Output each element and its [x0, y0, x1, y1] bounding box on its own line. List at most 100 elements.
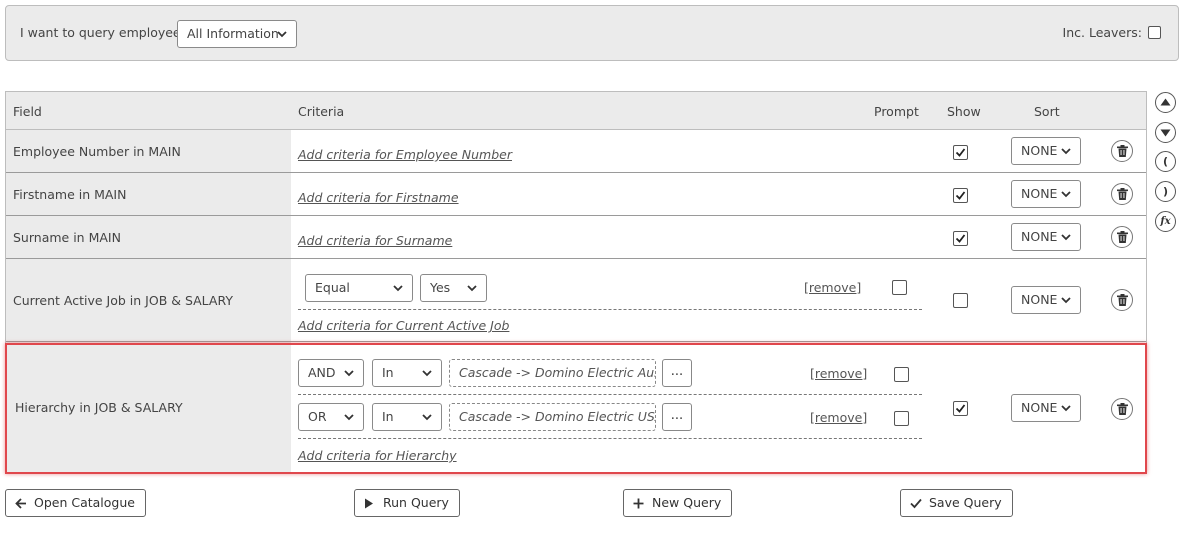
conjunction-select[interactable]: OR	[298, 403, 364, 431]
show-checkbox[interactable]	[953, 145, 968, 160]
move-down-button[interactable]	[1155, 122, 1176, 143]
conjunction-value: OR	[308, 409, 327, 424]
arrow-left-icon	[15, 498, 26, 509]
chevron-down-icon	[467, 285, 477, 292]
chevron-down-icon	[344, 414, 354, 421]
query-row-hierarchy: Hierarchy in JOB & SALARY AND In Cascade…	[6, 342, 1146, 473]
sort-value: NONE	[1021, 400, 1058, 415]
browse-button[interactable]: ...	[662, 403, 692, 431]
trash-icon	[1117, 231, 1128, 243]
checkmark-icon	[955, 404, 966, 413]
checkmark-icon	[955, 191, 966, 200]
delete-row-button[interactable]	[1111, 226, 1133, 248]
chevron-down-icon	[1061, 191, 1071, 198]
show-checkbox[interactable]	[953, 231, 968, 246]
sort-select[interactable]: NONE	[1011, 394, 1081, 422]
chevron-down-icon	[422, 370, 432, 377]
close-paren-button[interactable]: )	[1155, 181, 1176, 202]
chevron-down-icon	[422, 414, 432, 421]
chevron-down-icon	[344, 370, 354, 377]
add-criteria-link[interactable]: Add criteria for Firstname	[298, 190, 459, 205]
operator-value: In	[382, 365, 394, 380]
query-row-current-active-job: Current Active Job in JOB & SALARY Equal…	[6, 259, 1146, 342]
query-type-select[interactable]: All Information	[177, 20, 297, 48]
chevron-down-icon	[1061, 405, 1071, 412]
add-criteria-link[interactable]: Add criteria for Employee Number	[298, 147, 512, 162]
add-criteria-link[interactable]: Add criteria for Current Active Job	[298, 318, 509, 333]
open-catalogue-label: Open Catalogue	[34, 495, 135, 510]
sort-value: NONE	[1021, 229, 1058, 244]
open-paren-button[interactable]: (	[1155, 151, 1176, 172]
query-options-bar: I want to query employees: All Informati…	[5, 5, 1179, 61]
sort-select[interactable]: NONE	[1011, 137, 1081, 165]
delete-row-button[interactable]	[1111, 183, 1133, 205]
value-select[interactable]: Yes	[420, 274, 487, 302]
run-query-label: Run Query	[383, 495, 449, 510]
criteria-divider	[298, 309, 922, 310]
chevron-down-icon	[277, 31, 287, 38]
checkmark-icon	[955, 148, 966, 157]
column-prompt: Prompt	[874, 104, 919, 119]
trash-icon	[1117, 294, 1128, 306]
prompt-checkbox[interactable]	[892, 280, 907, 295]
grid-header: Field Criteria Prompt Show Sort	[6, 92, 1146, 130]
operator-select[interactable]: In	[372, 403, 442, 431]
function-button[interactable]: fx	[1155, 211, 1176, 232]
show-checkbox[interactable]	[953, 188, 968, 203]
column-show: Show	[947, 104, 981, 119]
delete-row-button[interactable]	[1111, 398, 1133, 420]
remove-criteria-link[interactable]: [remove]	[804, 280, 861, 295]
value-text: Yes	[430, 280, 451, 295]
sort-select[interactable]: NONE	[1011, 180, 1081, 208]
conjunction-value: AND	[308, 365, 336, 380]
field-name: Current Active Job in JOB & SALARY	[13, 293, 234, 308]
sort-select[interactable]: NONE	[1011, 286, 1081, 314]
checkmark-icon	[955, 234, 966, 243]
prompt-checkbox[interactable]	[894, 367, 909, 382]
triangle-up-icon	[1160, 98, 1171, 106]
query-row-firstname: Firstname in MAIN Add criteria for First…	[6, 173, 1146, 216]
remove-criteria-link[interactable]: [remove]	[810, 410, 867, 425]
operator-select[interactable]: In	[372, 359, 442, 387]
operator-value: In	[382, 409, 394, 424]
checkmark-icon	[910, 498, 922, 509]
trash-icon	[1117, 403, 1128, 415]
save-query-button[interactable]: Save Query	[900, 489, 1013, 517]
hierarchy-value-field[interactable]: Cascade -> Domino Electric USA	[449, 403, 656, 431]
inc-leavers-checkbox[interactable]	[1148, 26, 1161, 39]
delete-row-button[interactable]	[1111, 140, 1133, 162]
browse-button[interactable]: ...	[662, 359, 692, 387]
inc-leavers-label: Inc. Leavers:	[1062, 25, 1142, 40]
column-field: Field	[13, 104, 42, 119]
operator-select[interactable]: Equal	[305, 274, 413, 302]
sort-select[interactable]: NONE	[1011, 223, 1081, 251]
run-query-button[interactable]: Run Query	[354, 489, 460, 517]
move-up-button[interactable]	[1155, 92, 1176, 113]
new-query-button[interactable]: New Query	[623, 489, 733, 517]
conjunction-select[interactable]: AND	[298, 359, 364, 387]
chevron-down-icon	[1061, 297, 1071, 304]
query-type-value: All Information	[187, 26, 279, 41]
column-sort: Sort	[1034, 104, 1060, 119]
remove-criteria-link[interactable]: [remove]	[810, 366, 867, 381]
save-query-label: Save Query	[929, 495, 1002, 510]
sort-value: NONE	[1021, 292, 1058, 307]
open-catalogue-button[interactable]: Open Catalogue	[5, 489, 146, 517]
criteria-divider	[298, 438, 922, 439]
query-type-label: I want to query employees:	[20, 25, 192, 40]
field-name: Surname in MAIN	[13, 230, 121, 245]
show-checkbox[interactable]	[953, 293, 968, 308]
field-name: Hierarchy in JOB & SALARY	[15, 400, 183, 415]
delete-row-button[interactable]	[1111, 289, 1133, 311]
column-criteria: Criteria	[298, 104, 345, 119]
show-checkbox[interactable]	[953, 401, 968, 416]
prompt-checkbox[interactable]	[894, 411, 909, 426]
chevron-down-icon	[393, 285, 403, 292]
query-row-employee-number: Employee Number in MAIN Add criteria for…	[6, 130, 1146, 173]
operator-value: Equal	[315, 280, 350, 295]
field-name: Employee Number in MAIN	[13, 144, 181, 159]
add-criteria-link[interactable]: Add criteria for Surname	[298, 233, 452, 248]
play-icon	[365, 498, 373, 509]
hierarchy-value-field[interactable]: Cascade -> Domino Electric Austr...	[449, 359, 656, 387]
add-criteria-link[interactable]: Add criteria for Hierarchy	[298, 448, 457, 463]
